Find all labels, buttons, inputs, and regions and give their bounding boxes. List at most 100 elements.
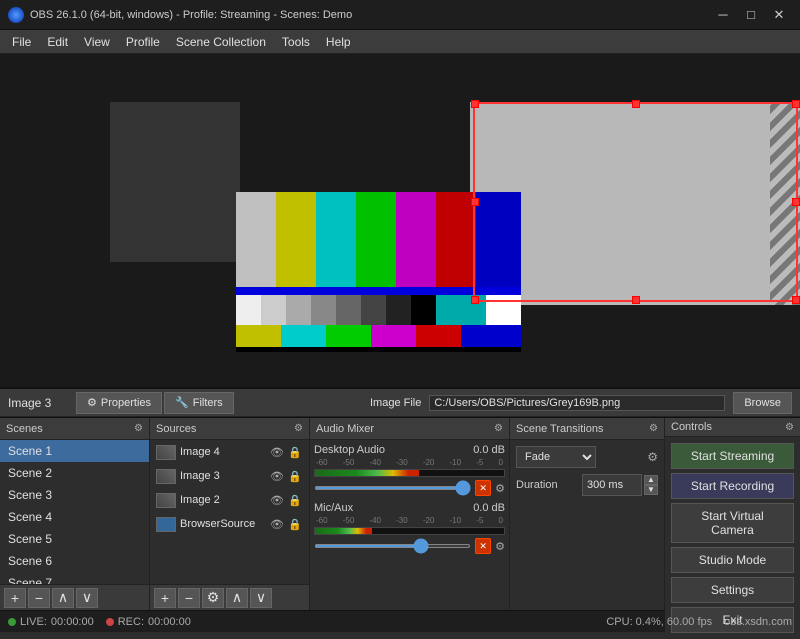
properties-label: Properties bbox=[101, 397, 151, 409]
minimize-button[interactable]: ─ bbox=[710, 5, 736, 25]
visibility-toggle-image2[interactable]: 👁 bbox=[269, 492, 285, 508]
selected-source-name: Image 3 bbox=[8, 396, 68, 410]
mic-volume-row: ✕ ⚙ bbox=[314, 538, 505, 554]
settings-button[interactable]: Settings bbox=[671, 577, 794, 603]
transitions-options-icon[interactable]: ⚙ bbox=[649, 423, 658, 434]
properties-gear-icon: ⚙ bbox=[87, 396, 97, 409]
source-list: Image 4 👁 🔒 Image 3 👁 🔒 Image 2 👁 bbox=[150, 440, 309, 584]
mixer-options-icon[interactable]: ⚙ bbox=[494, 423, 503, 434]
start-streaming-button[interactable]: Start Streaming bbox=[671, 443, 794, 469]
source-down-button[interactable]: ∨ bbox=[250, 588, 272, 608]
source-item-browser[interactable]: BrowserSource 👁 🔒 bbox=[150, 512, 309, 536]
audio-channel-mic: Mic/Aux 0.0 dB -60 -50 -40 -30 -20 -10 -… bbox=[314, 502, 505, 554]
start-virtual-camera-button[interactable]: Start Virtual Camera bbox=[671, 503, 794, 543]
duration-increment-button[interactable]: ▲ bbox=[644, 475, 658, 485]
source-item-image2[interactable]: Image 2 👁 🔒 bbox=[150, 488, 309, 512]
sources-footer: + − ⚙ ∧ ∨ bbox=[150, 584, 309, 610]
remove-source-button[interactable]: − bbox=[178, 588, 200, 608]
duration-decrement-button[interactable]: ▼ bbox=[644, 485, 658, 495]
status-rec: REC: 00:00:00 bbox=[106, 616, 191, 628]
scenes-footer: + − ∧ ∨ bbox=[0, 584, 149, 610]
source-item-image4[interactable]: Image 4 👁 🔒 bbox=[150, 440, 309, 464]
scene-item-3[interactable]: Scene 3 bbox=[0, 484, 149, 506]
menu-edit[interactable]: Edit bbox=[39, 30, 76, 53]
scene-down-button[interactable]: ∨ bbox=[76, 588, 98, 608]
add-source-button[interactable]: + bbox=[154, 588, 176, 608]
filters-icon: 🔧 bbox=[175, 396, 189, 409]
maximize-button[interactable]: □ bbox=[738, 5, 764, 25]
filters-tab[interactable]: 🔧 Filters bbox=[164, 392, 234, 414]
source-settings-button[interactable]: ⚙ bbox=[202, 588, 224, 608]
source-thumb-image3 bbox=[156, 469, 176, 484]
obs-icon bbox=[8, 7, 24, 23]
controls-panel-header: Controls ⚙ bbox=[665, 418, 800, 437]
transition-type-row: Fade Cut Swipe Slide ⚙ bbox=[516, 446, 658, 468]
transition-type-select[interactable]: Fade Cut Swipe Slide bbox=[516, 446, 596, 468]
duration-input[interactable] bbox=[582, 474, 642, 496]
source-actions-image2: 👁 🔒 bbox=[269, 492, 303, 508]
visibility-toggle-browser[interactable]: 👁 bbox=[269, 516, 285, 532]
mic-audio-settings-icon[interactable]: ⚙ bbox=[495, 540, 505, 553]
scenes-panel: Scenes ⚙ Scene 1 Scene 2 Scene 3 Scene 4… bbox=[0, 418, 150, 610]
scene-item-2[interactable]: Scene 2 bbox=[0, 462, 149, 484]
scenes-options-icon[interactable]: ⚙ bbox=[134, 423, 143, 434]
remove-scene-button[interactable]: − bbox=[28, 588, 50, 608]
source-thumb-image4 bbox=[156, 445, 176, 460]
title-bar-left: OBS 26.1.0 (64-bit, windows) - Profile: … bbox=[8, 7, 352, 23]
scene-up-button[interactable]: ∧ bbox=[52, 588, 74, 608]
source-thumb-image2 bbox=[156, 493, 176, 508]
menu-view[interactable]: View bbox=[76, 30, 118, 53]
desktop-vu-meter bbox=[314, 469, 505, 477]
lock-toggle-image4[interactable]: 🔒 bbox=[287, 444, 303, 460]
scene-item-6[interactable]: Scene 6 bbox=[0, 550, 149, 572]
mixer-panel: Audio Mixer ⚙ Desktop Audio 0.0 dB -60 -… bbox=[310, 418, 510, 610]
mic-mute-button[interactable]: ✕ bbox=[475, 538, 491, 554]
transition-gear-icon[interactable]: ⚙ bbox=[647, 450, 658, 464]
start-recording-button[interactable]: Start Recording bbox=[671, 473, 794, 499]
lock-toggle-image3[interactable]: 🔒 bbox=[287, 468, 303, 484]
status-cpu: CPU: 0.4%, 60.00 fps bbox=[606, 616, 712, 628]
close-button[interactable]: ✕ bbox=[766, 5, 792, 25]
title-bar: OBS 26.1.0 (64-bit, windows) - Profile: … bbox=[0, 0, 800, 30]
transitions-panel: Scene Transitions ⚙ Fade Cut Swipe Slide… bbox=[510, 418, 665, 610]
controls-options-icon[interactable]: ⚙ bbox=[785, 422, 794, 433]
add-scene-button[interactable]: + bbox=[4, 588, 26, 608]
menu-help[interactable]: Help bbox=[318, 30, 359, 53]
mic-volume-slider[interactable] bbox=[314, 544, 471, 548]
menu-scene-collection[interactable]: Scene Collection bbox=[168, 30, 274, 53]
lock-toggle-image2[interactable]: 🔒 bbox=[287, 492, 303, 508]
source-item-image3[interactable]: Image 3 👁 🔒 bbox=[150, 464, 309, 488]
menu-profile[interactable]: Profile bbox=[118, 30, 168, 53]
scene-item-7[interactable]: Scene 7 bbox=[0, 572, 149, 584]
desktop-audio-settings-icon[interactable]: ⚙ bbox=[495, 482, 505, 495]
sources-panel-header: Sources ⚙ bbox=[150, 418, 309, 440]
filters-label: Filters bbox=[193, 397, 223, 409]
menu-file[interactable]: File bbox=[4, 30, 39, 53]
title-bar-controls: ─ □ ✕ bbox=[710, 5, 792, 25]
visibility-toggle-image4[interactable]: 👁 bbox=[269, 444, 285, 460]
controls-content: Start Streaming Start Recording Start Vi… bbox=[665, 437, 800, 639]
mic-audio-db: 0.0 dB bbox=[473, 502, 505, 514]
source-tab-group: ⚙ Properties 🔧 Filters bbox=[76, 392, 362, 414]
file-path-display: C:/Users/OBS/Pictures/Grey169B.png bbox=[429, 395, 725, 411]
scene-item-5[interactable]: Scene 5 bbox=[0, 528, 149, 550]
browse-button[interactable]: Browse bbox=[733, 392, 792, 414]
source-up-button[interactable]: ∧ bbox=[226, 588, 248, 608]
lock-toggle-browser[interactable]: 🔒 bbox=[287, 516, 303, 532]
test-pattern bbox=[236, 192, 521, 352]
visibility-toggle-image3[interactable]: 👁 bbox=[269, 468, 285, 484]
desktop-audio-db: 0.0 dB bbox=[473, 444, 505, 456]
audio-channel-desktop: Desktop Audio 0.0 dB -60 -50 -40 -30 -20… bbox=[314, 444, 505, 496]
desktop-volume-slider[interactable] bbox=[314, 486, 471, 490]
properties-tab[interactable]: ⚙ Properties bbox=[76, 392, 162, 414]
mic-vu-meter bbox=[314, 527, 505, 535]
desktop-mute-button[interactable]: ✕ bbox=[475, 480, 491, 496]
scene-item-4[interactable]: Scene 4 bbox=[0, 506, 149, 528]
menu-tools[interactable]: Tools bbox=[274, 30, 318, 53]
scene-list: Scene 1 Scene 2 Scene 3 Scene 4 Scene 5 … bbox=[0, 440, 149, 584]
scene-item-1[interactable]: Scene 1 bbox=[0, 440, 149, 462]
sources-options-icon[interactable]: ⚙ bbox=[294, 423, 303, 434]
rec-indicator bbox=[106, 618, 114, 626]
studio-mode-button[interactable]: Studio Mode bbox=[671, 547, 794, 573]
panels-area: Scenes ⚙ Scene 1 Scene 2 Scene 3 Scene 4… bbox=[0, 417, 800, 610]
